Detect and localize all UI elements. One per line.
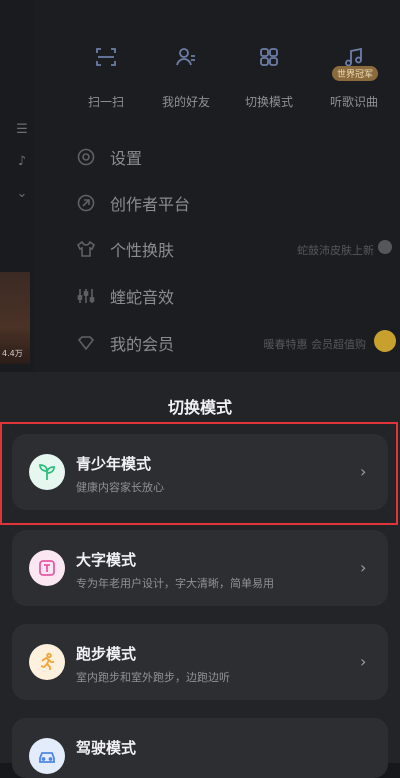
skin-icon [76, 239, 96, 259]
menu-item-skin[interactable]: 个性换肤 蛇鼓沛皮肤上新 [76, 234, 396, 264]
sheet-title: 切换模式 [167, 398, 232, 417]
world-champion-badge: 世界冠军 [332, 66, 379, 81]
mode-card-running[interactable]: 跑步模式 室内跑步和室外跑步，边跑边听 › [12, 624, 388, 700]
chevron-right-icon: › [360, 652, 367, 671]
selection-highlight [0, 422, 398, 525]
skin-promo-icon [378, 240, 392, 254]
menu-item-sound-effect[interactable]: 蝰蛇音效 [76, 281, 396, 311]
equalizer-icon [76, 286, 96, 306]
friends-icon [167, 38, 205, 76]
mode-card-driving[interactable]: 驾驶模式 [12, 718, 388, 778]
vip-promo-text: 暖春特惠 会员超值购 [263, 338, 367, 351]
settings-icon [76, 147, 96, 167]
shortcut-friends[interactable]: 我的好友 [150, 28, 222, 110]
chevron-right-icon: › [360, 558, 367, 577]
scan-icon [87, 38, 125, 76]
menu-item-creator[interactable]: 创作者平台 [76, 188, 396, 218]
chevron-down-icon[interactable]: ⌄ [14, 186, 30, 202]
play-count: 4.4万 [2, 349, 23, 358]
side-panel-edge: ☰ ♪ ⌄ 4.4万 [0, 0, 34, 372]
shortcut-switch-mode[interactable]: 切换模式 [233, 28, 305, 110]
mode-card-large-font[interactable]: 大字模式 专为年老用户设计，字大清晰，简单易用 › [12, 530, 388, 606]
shortcut-scan[interactable]: 扫一扫 [70, 28, 142, 110]
runner-icon [29, 644, 65, 680]
shortcut-row: 扫一扫 我的好友 切换模式 听歌识曲 世界冠军 [70, 28, 400, 118]
vip-promo-icon [374, 330, 396, 352]
switch-mode-icon [250, 38, 288, 76]
car-icon [29, 738, 65, 774]
text-icon [29, 550, 65, 586]
menu-icon[interactable]: ☰ [14, 122, 30, 138]
menu-item-settings[interactable]: 设置 [76, 142, 396, 172]
skin-promo-text: 蛇鼓沛皮肤上新 [297, 244, 374, 257]
creator-icon [76, 193, 96, 213]
menu-item-vip[interactable]: 我的会员 暖春特惠 会员超值购 [76, 328, 396, 358]
music-recognition-small-icon[interactable]: ♪ [14, 154, 30, 170]
vip-icon [76, 333, 96, 353]
